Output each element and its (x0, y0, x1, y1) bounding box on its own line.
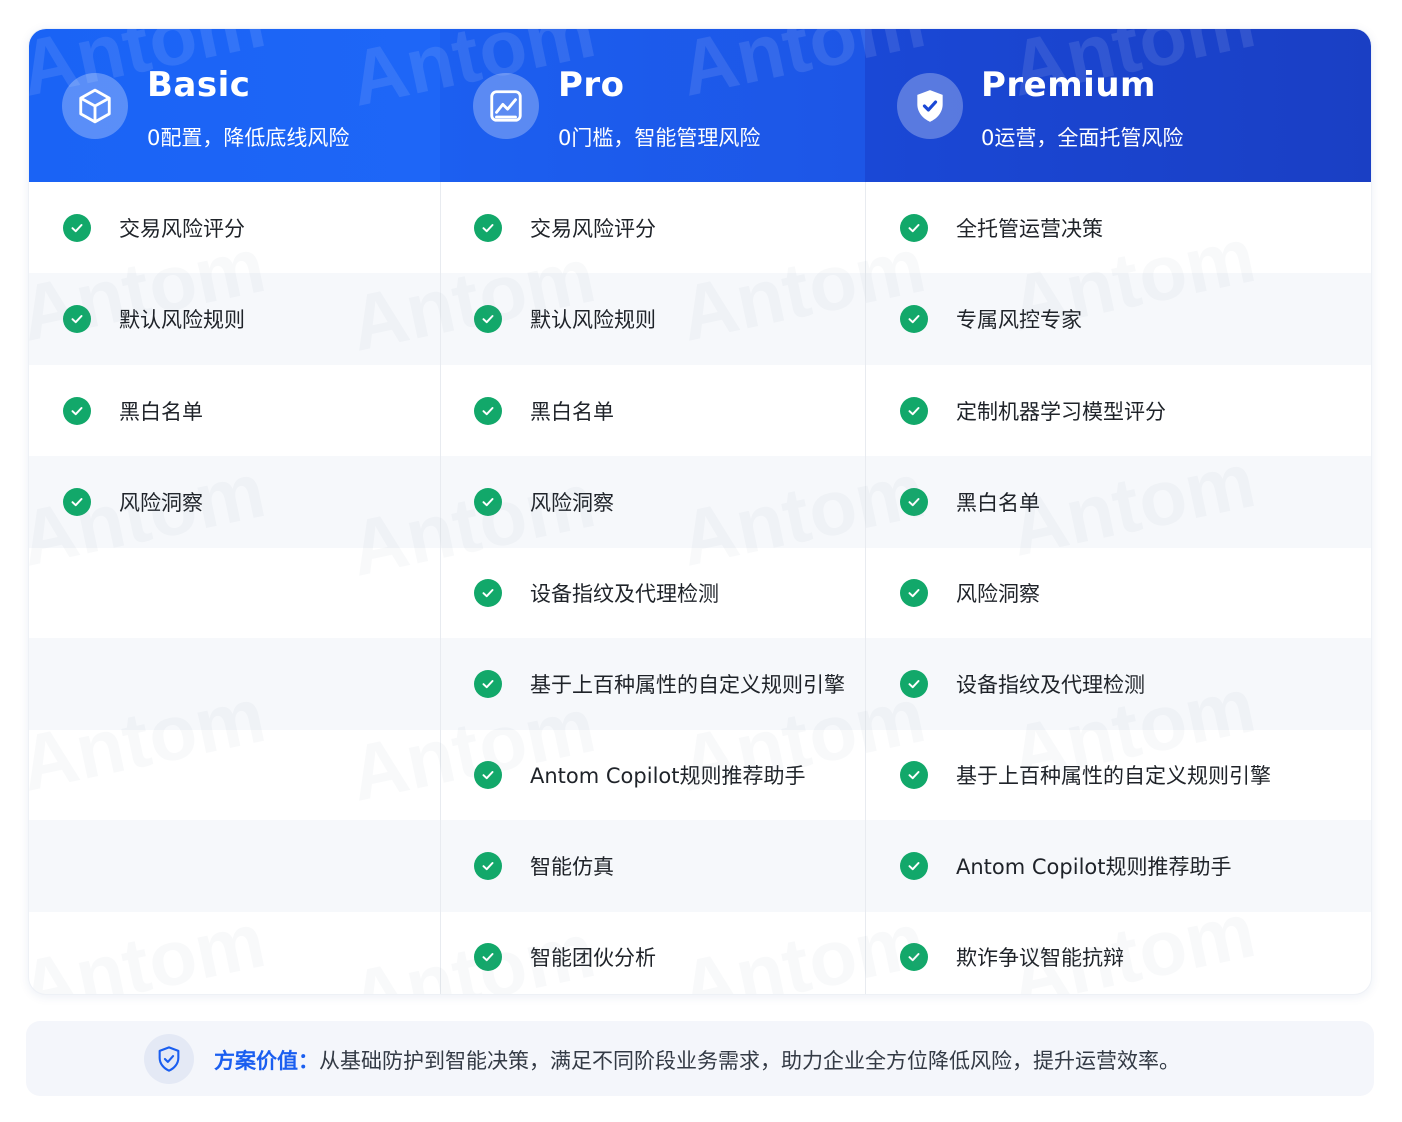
plan-subtitle: 0运营，全面托管风险 (981, 126, 1184, 150)
feature-item: 基于上百种属性的自定义规则引擎 (474, 639, 845, 729)
feature-label: 专属风控专家 (956, 308, 1082, 332)
plan-column-basic: 交易风险评分 默认风险规则 黑白名单风险洞察 (63, 182, 463, 994)
feature-label: Antom Copilot规则推荐助手 (956, 855, 1232, 879)
feature-item: 交易风险评分 (63, 183, 245, 273)
footer-body: 从基础防护到智能决策，满足不同阶段业务需求，助力企业全方位降低风险，提升运营效率… (319, 1049, 1180, 1073)
feature-item: 设备指纹及代理检测 (900, 639, 1145, 729)
check-icon (63, 214, 91, 242)
feature-label: 交易风险评分 (119, 217, 245, 241)
check-icon (900, 670, 928, 698)
feature-item: 风险洞察 (474, 457, 614, 547)
feature-label: 设备指纹及代理检测 (956, 673, 1145, 697)
check-icon (900, 579, 928, 607)
check-icon (474, 214, 502, 242)
feature-item: 智能仿真 (474, 821, 614, 911)
plan-name: Pro (558, 65, 625, 105)
plan-name: Basic (147, 65, 251, 105)
feature-item: 默认风险规则 (474, 274, 656, 364)
feature-label: 默认风险规则 (119, 308, 245, 332)
feature-label: 默认风险规则 (530, 308, 656, 332)
feature-item: 设备指纹及代理检测 (474, 548, 719, 638)
feature-label: 风险洞察 (956, 582, 1040, 606)
footer-label: 方案价值： (214, 1049, 319, 1073)
shield-check-icon (144, 1034, 194, 1084)
feature-item: 风险洞察 (63, 457, 203, 547)
feature-item: 黑白名单 (63, 366, 203, 456)
feature-label: 设备指纹及代理检测 (530, 582, 719, 606)
plan-header-premium: Premium 0运营，全面托管风险 (865, 29, 1371, 182)
feature-item: 专属风控专家 (900, 274, 1082, 364)
feature-label: 智能团伙分析 (530, 946, 656, 970)
check-icon (474, 852, 502, 880)
feature-item: 交易风险评分 (474, 183, 656, 273)
feature-item: Antom Copilot规则推荐助手 (900, 821, 1231, 911)
check-icon (63, 488, 91, 516)
check-icon (63, 397, 91, 425)
check-icon (63, 305, 91, 333)
plan-column-pro: 交易风险评分 默认风险规则 黑白名单风险洞察设备指纹及代理检测基于上百种属性的自定义… (474, 182, 874, 994)
feature-label: 黑白名单 (956, 491, 1040, 515)
feature-item: 黑白名单 (474, 366, 614, 456)
feature-item: 欺诈争议智能抗辩 (900, 912, 1124, 994)
feature-label: 智能仿真 (530, 855, 614, 879)
feature-item: 基于上百种属性的自定义规则引擎 (900, 730, 1271, 820)
feature-label: 黑白名单 (119, 400, 203, 424)
plan-subtitle: 0门槛，智能管理风险 (558, 126, 761, 150)
feature-label: 黑白名单 (530, 400, 614, 424)
feature-item: 风险洞察 (900, 548, 1040, 638)
plan-name: Premium (981, 65, 1156, 105)
check-icon (474, 761, 502, 789)
feature-label: Antom Copilot规则推荐助手 (530, 764, 806, 788)
footer-text: 方案价值：从基础防护到智能决策，满足不同阶段业务需求，助力企业全方位降低风险，提… (214, 1045, 1180, 1075)
check-icon (900, 305, 928, 333)
check-icon (900, 488, 928, 516)
check-icon (900, 214, 928, 242)
feature-label: 欺诈争议智能抗辩 (956, 946, 1124, 970)
plan-subtitle: 0配置，降低底线风险 (147, 126, 350, 150)
check-icon (474, 488, 502, 516)
feature-item: 黑白名单 (900, 457, 1040, 547)
check-icon (474, 943, 502, 971)
feature-label: 交易风险评分 (530, 217, 656, 241)
feature-item: 全托管运营决策 (900, 183, 1103, 273)
check-icon (900, 943, 928, 971)
value-footer: 方案价值：从基础防护到智能决策，满足不同阶段业务需求，助力企业全方位降低风险，提… (26, 1021, 1374, 1096)
feature-item: 智能团伙分析 (474, 912, 656, 994)
feature-label: 基于上百种属性的自定义规则引擎 (956, 764, 1271, 788)
check-icon (474, 305, 502, 333)
chart-icon (473, 73, 539, 139)
feature-item: 默认风险规则 (63, 274, 245, 364)
check-icon (900, 852, 928, 880)
check-icon (900, 761, 928, 789)
check-icon (474, 397, 502, 425)
feature-label: 风险洞察 (530, 491, 614, 515)
check-icon (474, 579, 502, 607)
feature-label: 风险洞察 (119, 491, 203, 515)
features-table: 交易风险评分 默认风险规则 黑白名单 风险洞察 交易风险评分 默认风险规则 黑白名单 风险洞察… (29, 182, 1371, 994)
cube-icon (62, 73, 128, 139)
check-icon (900, 397, 928, 425)
feature-label: 基于上百种属性的自定义规则引擎 (530, 673, 845, 697)
pricing-comparison-card: Basic 0配置，降低底线风险 Pro 0门槛，智能管理风险 Premium … (28, 28, 1372, 995)
shield-icon (897, 73, 963, 139)
plans-header: Basic 0配置，降低底线风险 Pro 0门槛，智能管理风险 Premium … (29, 29, 1371, 182)
feature-label: 定制机器学习模型评分 (956, 400, 1166, 424)
feature-item: Antom Copilot规则推荐助手 (474, 730, 805, 820)
feature-label: 全托管运营决策 (956, 217, 1103, 241)
plan-header-basic: Basic 0配置，降低底线风险 (29, 29, 440, 182)
plan-header-pro: Pro 0门槛，智能管理风险 (440, 29, 865, 182)
check-icon (474, 670, 502, 698)
plan-column-premium: 全托管运营决策 专属风控专家定制机器学习模型评分 黑白名单风险洞察设备指纹及代理检测… (900, 182, 1360, 994)
feature-item: 定制机器学习模型评分 (900, 366, 1166, 456)
